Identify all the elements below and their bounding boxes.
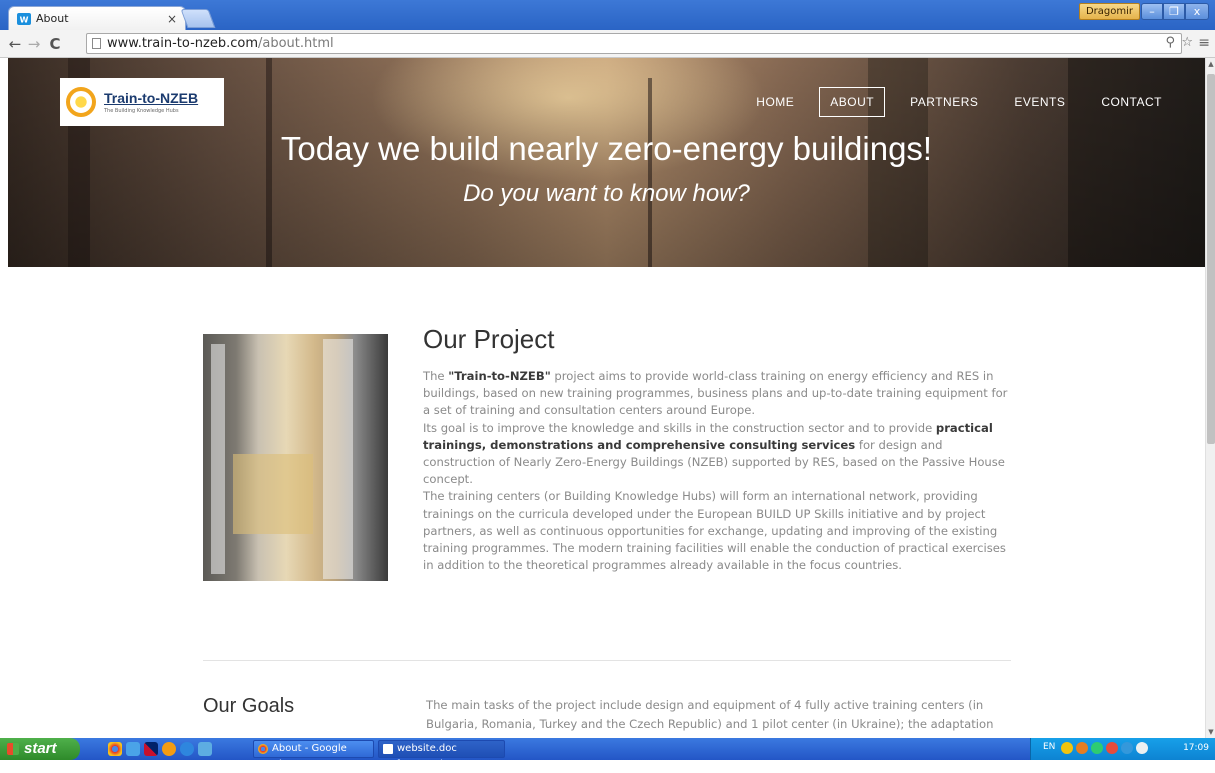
hero-subtitle: Do you want to know how? <box>463 180 750 207</box>
project-text-span: The <box>423 369 449 383</box>
tray-icons <box>1061 742 1148 754</box>
forward-arrow-icon[interactable]: → <box>25 35 43 53</box>
uk-flag-icon[interactable] <box>144 742 158 756</box>
url-host: www.train-to-nzeb.com <box>107 36 258 51</box>
new-tab-button[interactable] <box>180 9 216 28</box>
tray-network-icon[interactable] <box>1136 742 1148 754</box>
chrome-menu-icon[interactable]: ≡ <box>1198 35 1210 51</box>
project-description: The "Train-to-NZEB" project aims to prov… <box>423 368 1008 574</box>
back-arrow-icon[interactable]: ← <box>6 35 24 53</box>
goals-heading: Our Goals <box>203 695 295 717</box>
weebly-favicon-icon: W <box>17 12 31 25</box>
photo-frame-shape <box>323 339 353 579</box>
explorer-quicklaunch-icon[interactable] <box>126 742 140 756</box>
scroll-down-icon[interactable]: ▼ <box>1206 728 1215 736</box>
windows-flag-icon <box>7 743 19 755</box>
word-document-icon <box>383 744 393 754</box>
tray-app-icon[interactable] <box>1121 742 1133 754</box>
extension-key-icon[interactable]: ⚲ <box>1165 35 1175 50</box>
goals-description: The main tasks of the project include de… <box>426 698 994 731</box>
start-label: start <box>24 740 57 757</box>
nav-contact[interactable]: CONTACT <box>1090 87 1173 117</box>
system-tray: EN 17:09 <box>1030 738 1215 760</box>
tray-app-icon[interactable] <box>1091 742 1103 754</box>
bookmark-star-icon[interactable]: ☆ <box>1181 35 1193 50</box>
sun-logo-icon <box>66 87 96 117</box>
taskbar-chrome-window[interactable]: About - Google Chrome <box>253 740 374 770</box>
quick-launch <box>108 742 212 756</box>
logo-subtitle: The Building Knowledge Hubs <box>104 108 179 114</box>
svg-text:W: W <box>20 15 29 24</box>
ie-quicklaunch-icon[interactable] <box>180 742 194 756</box>
close-window-icon[interactable]: x <box>1185 3 1209 20</box>
minimize-icon[interactable]: – <box>1141 3 1163 20</box>
chrome-icon <box>258 744 268 754</box>
taskbar-word-window[interactable]: website.doc [Compati... <box>378 740 505 770</box>
tray-app-icon[interactable] <box>1061 742 1073 754</box>
project-text-span: Its goal is to improve the knowledge and… <box>423 420 936 435</box>
restore-icon[interactable]: ❐ <box>1163 3 1185 20</box>
tab-close-icon[interactable]: × <box>167 12 177 26</box>
language-indicator[interactable]: EN <box>1043 742 1055 752</box>
nav-about[interactable]: ABOUT <box>819 87 886 117</box>
project-heading: Our Project <box>423 324 555 354</box>
page-icon <box>92 38 101 49</box>
project-network-paragraph: The training centers (or Building Knowle… <box>423 489 1006 573</box>
nav-home[interactable]: HOME <box>745 87 805 117</box>
browser-titlebar: W About × Dragomir – ❐ x <box>0 0 1215 30</box>
nav-partners[interactable]: PARTNERS <box>899 87 989 117</box>
url-path: /about.html <box>257 36 334 51</box>
nav-events[interactable]: EVENTS <box>1003 87 1076 117</box>
hero-title: Today we build nearly zero-energy buildi… <box>280 130 933 167</box>
browser-tab-about[interactable]: W About × <box>8 6 186 30</box>
windows-taskbar: start About - Google Chrome website.doc … <box>0 738 1215 770</box>
page-scrollbar[interactable]: ▲ ▼ <box>1205 58 1215 738</box>
tray-app-icon[interactable] <box>1106 742 1118 754</box>
scroll-up-icon[interactable]: ▲ <box>1206 60 1215 68</box>
start-button[interactable]: start <box>0 738 80 760</box>
app-quicklaunch-icon[interactable] <box>198 742 212 756</box>
address-bar[interactable]: www.train-to-nzeb.com/about.html <box>86 33 1182 54</box>
project-photo <box>203 334 388 581</box>
user-profile-badge[interactable]: Dragomir <box>1078 3 1140 20</box>
site-logo[interactable]: Train-to-NZEB The Building Knowledge Hub… <box>60 78 224 126</box>
reload-icon[interactable]: C <box>46 35 64 53</box>
page-viewport: Train-to-NZEB The Building Knowledge Hub… <box>0 58 1205 738</box>
main-nav: HOME ABOUT PARTNERS EVENTS CONTACT <box>731 87 1173 117</box>
tab-title: About <box>36 12 69 25</box>
photo-frame-shape <box>211 344 225 574</box>
firefox-quicklaunch-icon[interactable] <box>162 742 176 756</box>
photo-insulation-shape <box>233 454 313 534</box>
tray-app-icon[interactable] <box>1076 742 1088 754</box>
section-divider <box>203 660 1011 661</box>
taskbar-word-label: website.doc [Compati... <box>397 743 457 770</box>
system-clock: 17:09 <box>1183 743 1209 753</box>
taskbar-chrome-label: About - Google Chrome <box>272 743 347 770</box>
logo-title: Train-to-NZEB <box>104 90 199 106</box>
project-name-bold: "Train-to-NZEB" <box>448 369 551 383</box>
hero-banner: Train-to-NZEB The Building Knowledge Hub… <box>8 58 1205 267</box>
chrome-quicklaunch-icon[interactable] <box>108 742 122 756</box>
scroll-thumb[interactable] <box>1207 74 1215 444</box>
